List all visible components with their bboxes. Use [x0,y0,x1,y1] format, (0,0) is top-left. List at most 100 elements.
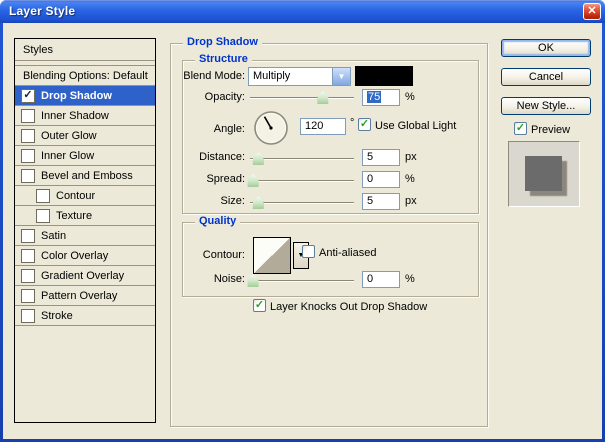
sidebar-item-outer-glow[interactable]: Outer Glow [15,126,155,146]
sidebar-item-stroke[interactable]: Stroke [15,306,155,326]
noise-value: 0 [367,273,374,285]
noise-field[interactable]: 0 [362,271,400,288]
sidebar-item-inner-shadow[interactable]: Inner Shadow [15,106,155,126]
style-checkbox[interactable] [21,268,35,283]
title-bar[interactable]: Layer Style ✕ [0,0,605,23]
styles-list: Styles Blending Options: Default Drop Shad… [14,38,156,423]
sidebar-item-label: Contour [56,189,96,202]
structure-group-title: Structure [195,53,252,65]
sidebar-item-label: Inner Shadow [41,109,109,122]
style-checkbox[interactable] [21,108,35,123]
style-checkbox[interactable] [21,288,35,303]
sidebar-item-label: Pattern Overlay [41,289,118,302]
size-slider-track[interactable] [250,202,354,203]
sidebar-item-texture[interactable]: Texture [15,206,155,226]
style-checkbox[interactable] [21,168,35,183]
anti-aliased-checkbox[interactable] [302,245,315,258]
preview-shadow-square [525,156,562,191]
layer-knocks-out-label: Layer Knocks Out Drop Shadow [270,301,428,313]
close-icon: ✕ [587,5,597,17]
sidebar-item-label: Blending Options: Default [23,69,148,82]
size-label: Size: [220,195,245,207]
shadow-color-swatch[interactable] [355,66,413,86]
contour-label: Contour: [202,249,245,261]
style-checkbox[interactable] [21,88,35,103]
opacity-slider-thumb[interactable] [317,91,329,104]
distance-slider[interactable] [250,151,354,165]
sidebar-item-label: Outer Glow [41,129,97,142]
window-title: Layer Style [9,4,76,18]
angle-value: 120 [305,120,324,132]
sidebar-item-drop-shadow[interactable]: Drop Shadow [15,86,155,106]
sidebar-item-label: Color Overlay [41,249,109,262]
spread-value: 0 [367,173,374,185]
style-checkbox[interactable] [21,148,35,163]
sidebar-item-label: Styles [23,43,53,56]
sidebar-item-contour[interactable]: Contour [15,186,155,206]
sidebar-item-gradient-overlay[interactable]: Gradient Overlay [15,266,155,286]
spread-slider[interactable] [247,173,354,187]
size-unit: px [405,195,417,207]
chevron-down-icon[interactable]: ▼ [332,68,350,85]
sidebar-item-pattern-overlay[interactable]: Pattern Overlay [15,286,155,306]
noise-slider-thumb[interactable] [247,274,259,287]
sidebar-item-bevel-and-emboss[interactable]: Bevel and Emboss [15,166,155,186]
spread-label: Spread: [206,173,245,185]
spread-unit: % [405,173,415,185]
new-style-button[interactable]: New Style... [501,97,591,115]
style-checkbox[interactable] [36,208,50,223]
style-checkbox[interactable] [21,248,35,263]
distance-slider-thumb[interactable] [252,152,264,165]
distance-label: Distance: [199,151,245,163]
sidebar-item-label: Bevel and Emboss [41,169,133,182]
preview-checkbox[interactable] [514,122,527,135]
angle-dial[interactable] [253,110,289,146]
size-value: 5 [367,195,374,207]
opacity-value: 75 [367,91,382,103]
noise-unit: % [405,273,415,285]
blend-mode-value: Multiply [253,70,291,82]
noise-slider[interactable] [247,273,354,287]
opacity-slider-track[interactable] [250,97,354,98]
layer-style-dialog: Layer Style ✕ Styles Blending Options: De… [0,0,605,442]
distance-slider-track[interactable] [250,158,354,159]
ok-button[interactable]: OK [501,39,591,57]
sidebar-item-label: Drop Shadow [41,89,112,102]
spread-slider-thumb[interactable] [247,174,259,187]
sidebar-item-label: Satin [41,229,67,242]
angle-label: Angle: [213,123,245,135]
quality-group-title: Quality [195,215,241,227]
close-button[interactable]: ✕ [583,3,601,20]
sidebar-item-blending-options-default[interactable]: Blending Options: Default [15,66,155,86]
distance-field[interactable]: 5 [362,149,400,166]
size-slider[interactable] [250,195,354,209]
size-slider-thumb[interactable] [252,196,264,209]
spread-field[interactable]: 0 [362,171,400,188]
opacity-slider[interactable] [250,90,354,104]
size-field[interactable]: 5 [362,193,400,210]
sidebar-item-satin[interactable]: Satin [15,226,155,246]
noise-slider-track[interactable] [250,280,354,281]
sidebar-item-color-overlay[interactable]: Color Overlay [15,246,155,266]
contour-picker[interactable]: ▼ [253,237,309,274]
sidebar-item-inner-glow[interactable]: Inner Glow [15,146,155,166]
blend-mode-select[interactable]: Multiply ▼ [248,67,351,86]
style-checkbox[interactable] [21,308,35,323]
style-checkbox[interactable] [21,128,35,143]
preview-label: Preview [531,124,571,136]
layer-knocks-out-checkbox[interactable] [253,299,266,312]
style-checkbox[interactable] [36,188,50,203]
sidebar-item-styles[interactable]: Styles [15,39,155,61]
contour-thumbnail[interactable] [253,237,291,274]
opacity-field[interactable]: 75 [362,89,400,106]
spread-slider-track[interactable] [250,180,354,181]
style-checkbox[interactable] [21,228,35,243]
noise-label: Noise: [213,273,245,285]
preview-thumbnail [508,141,580,207]
angle-field[interactable]: 120 [300,118,346,135]
cancel-button[interactable]: Cancel [501,68,591,86]
use-global-light-checkbox[interactable] [358,118,371,131]
blend-mode-label: Blend Mode: [183,70,245,82]
opacity-label: Opacity: [204,91,245,103]
anti-aliased-label: Anti-aliased [319,247,377,259]
